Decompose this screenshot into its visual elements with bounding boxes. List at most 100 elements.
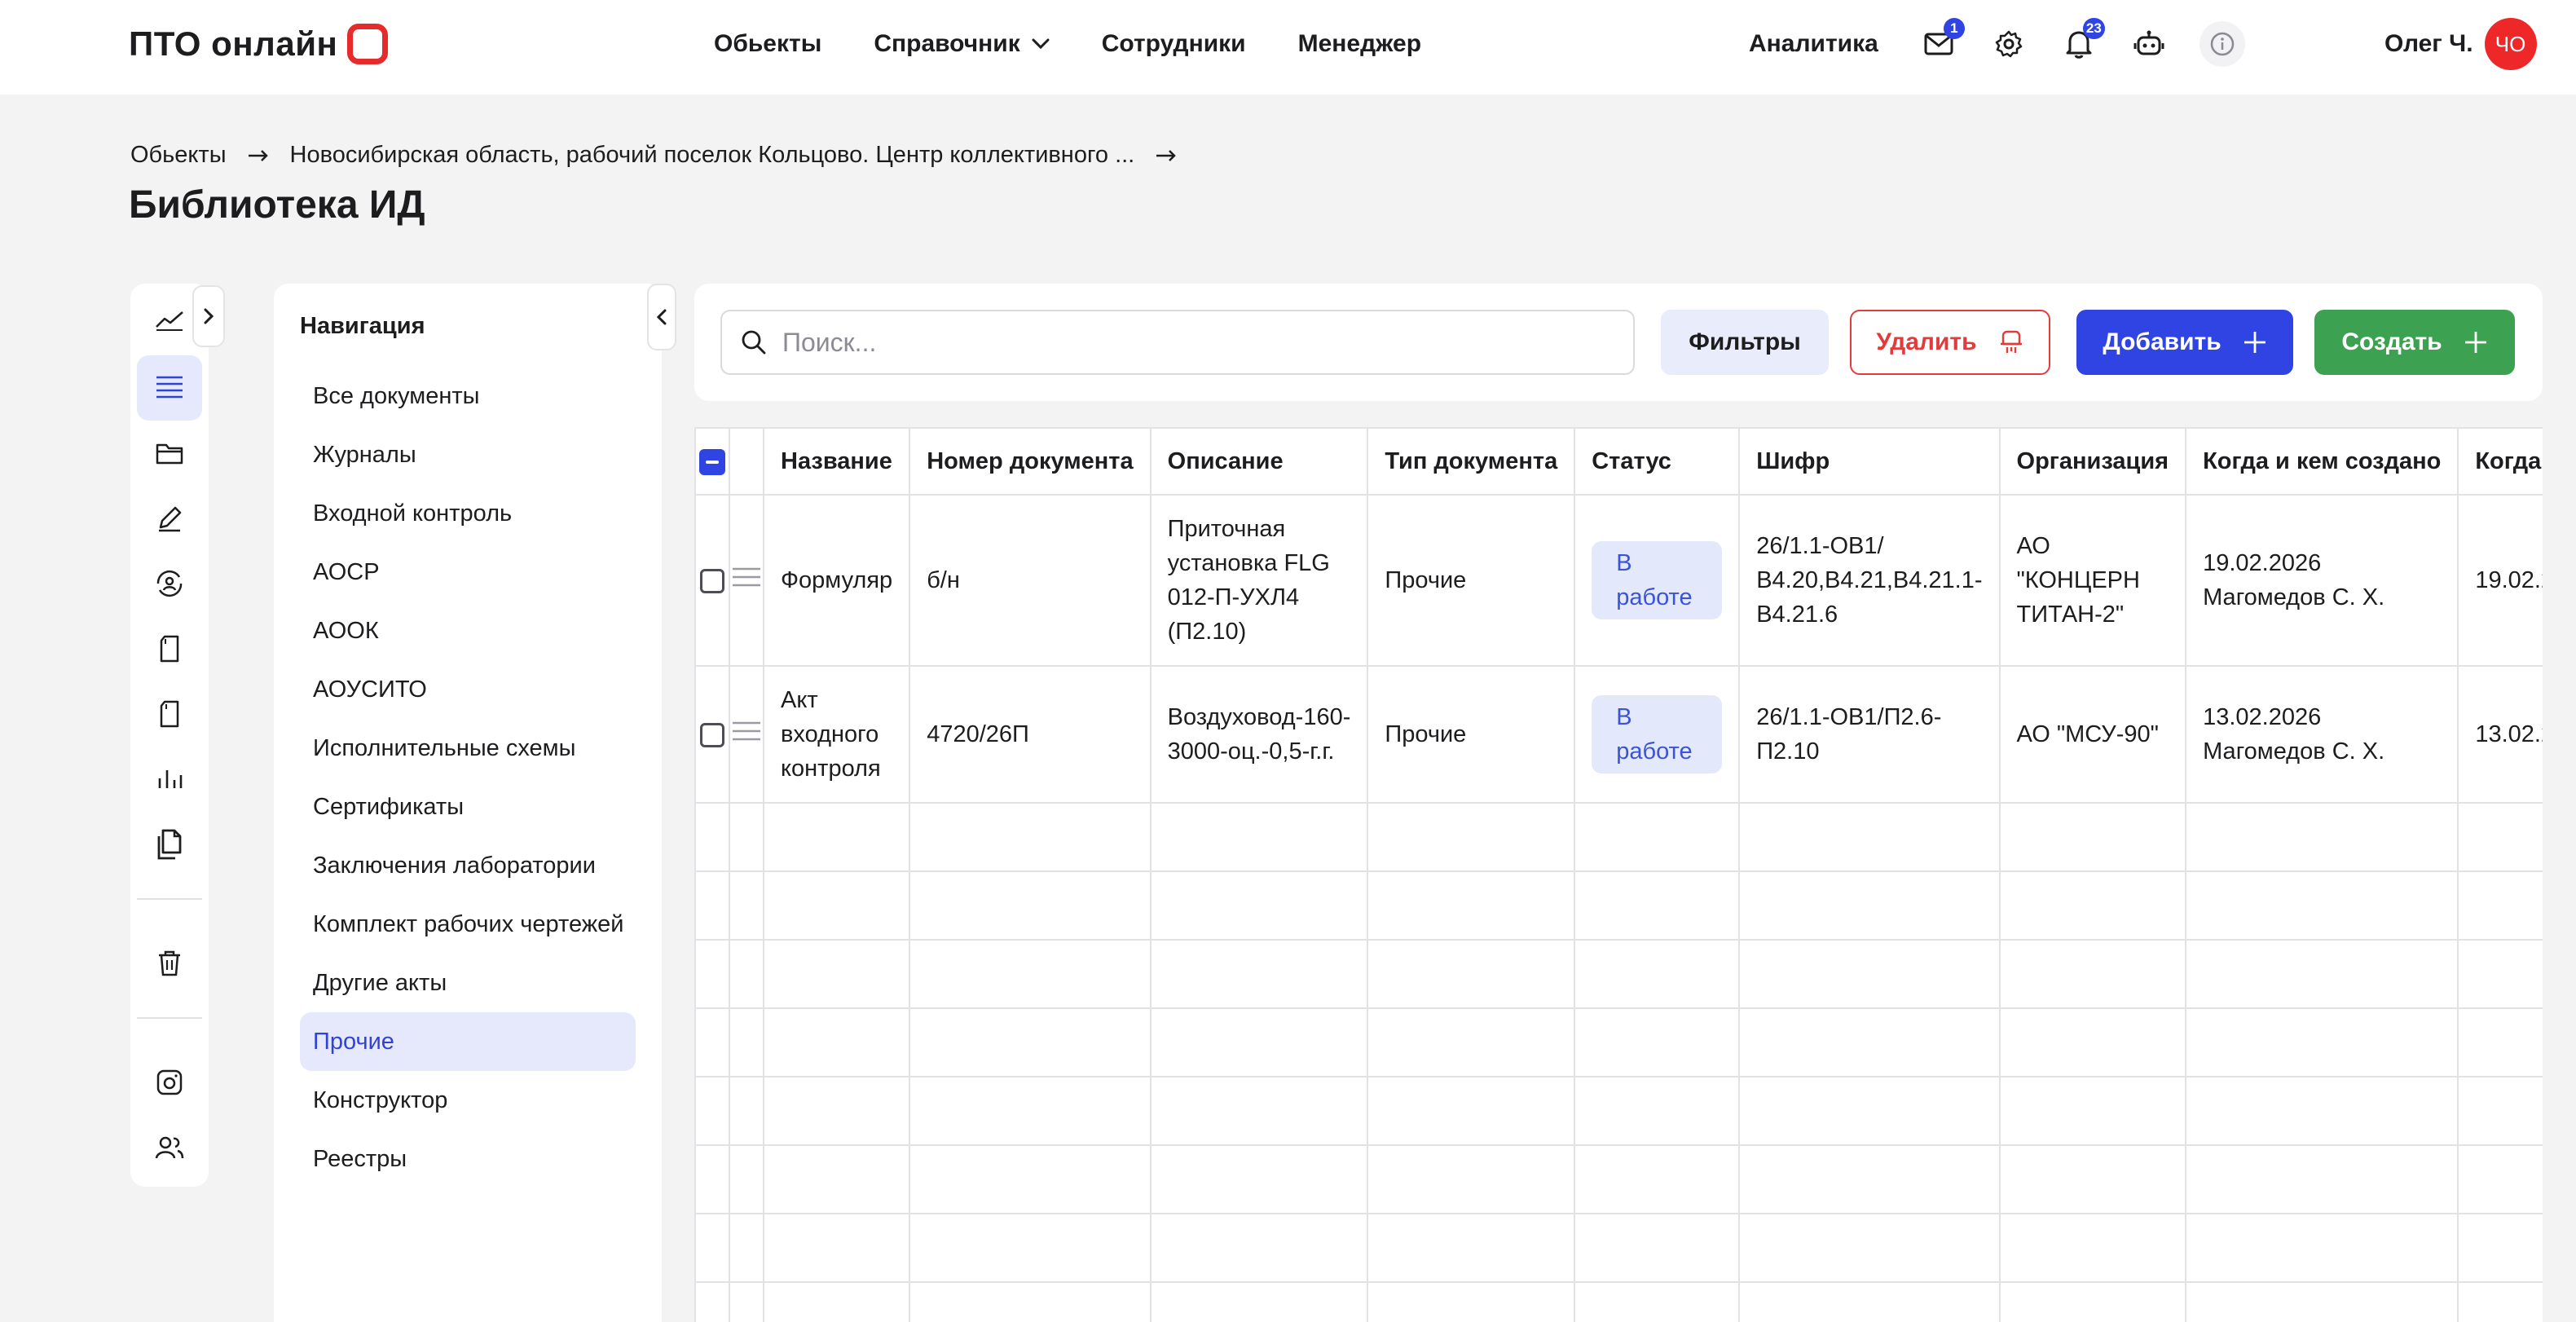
breadcrumb-object[interactable]: Новосибирская область, рабочий поселок К… [290,142,1135,169]
table-row[interactable]: Формуляр б/н Приточная установка FLG 012… [694,494,2543,667]
analytics-link[interactable]: Аналитика [1749,30,1878,58]
nav-list-item-lab-conclusions[interactable]: Заключения лаборатории [300,836,636,895]
empty-row [694,802,2543,872]
cell-status: В работе [1574,665,1741,804]
add-button[interactable]: Добавить [2076,310,2293,375]
drag-handle-icon[interactable] [731,720,762,742]
column-header-modified[interactable]: Когда [2457,427,2543,496]
search-icon [742,330,766,355]
trash-icon [159,950,180,976]
create-button[interactable]: Создать [2314,310,2515,375]
cell-type: Прочие [1367,494,1576,667]
rail-users[interactable] [137,1115,202,1180]
rail-expand-button[interactable] [192,285,225,347]
cell-description: Воздуховод-160-3000-оц.-0,5-г.г. [1149,665,1369,804]
breadcrumb: Обьекты Новосибирская область, рабочий п… [130,139,1198,171]
drag-handle-icon[interactable] [731,566,762,588]
rail-document[interactable] [137,616,202,681]
rail-statistics[interactable] [137,747,202,812]
select-all-checkbox[interactable] [699,449,725,476]
column-header-created[interactable]: Когда и кем создано [2185,427,2459,496]
plus-icon [2464,332,2486,353]
column-header-number[interactable]: Номер документа [909,427,1151,496]
delete-button-label: Удалить [1876,328,1977,355]
search-input[interactable] [782,327,1597,358]
drag-handle-cell [729,494,764,667]
settings-button[interactable] [1991,26,2027,62]
rail-copies[interactable] [137,812,202,877]
mail-button[interactable]: 1 [1921,18,1965,62]
rail-camera[interactable] [137,1050,202,1115]
cell-description: Приточная установка FLG 012-П-УХЛ4 (П2.1… [1149,494,1369,667]
breadcrumb-objects[interactable]: Обьекты [130,142,227,169]
nav-list-item-certificates[interactable]: Сертификаты [300,778,636,836]
nav-employees[interactable]: Сотрудники [1102,30,1246,58]
nav-list-item-other-acts[interactable]: Другие акты [300,954,636,1012]
column-header-cipher[interactable]: Шифр [1738,427,2001,496]
nav-manager[interactable]: Менеджер [1298,30,1421,58]
notifications-button[interactable]: 23 [2061,18,2105,62]
nav-list-item-executive-schemes[interactable]: Исполнительные схемы [300,719,636,778]
nav-objects[interactable]: Обьекты [714,30,821,58]
row-checkbox[interactable] [700,723,724,748]
select-all-cell [694,427,730,496]
rail-sync[interactable] [137,551,202,616]
plus-icon [2244,332,2266,353]
sync-user-icon [156,570,183,597]
delete-button[interactable]: Удалить [1850,310,2050,375]
icon-rail [130,284,209,1187]
rail-library[interactable] [137,355,202,421]
column-header-name[interactable]: Название [762,427,911,496]
create-button-label: Создать [2341,328,2442,355]
row-checkbox[interactable] [700,569,724,594]
nav-list-item-other[interactable]: Прочие [300,1012,636,1071]
document-icon [160,635,179,663]
column-header-description[interactable]: Описание [1149,427,1369,496]
nav-list-item-working-drawings[interactable]: Комплект рабочих чертежей [300,895,636,954]
column-header-organization[interactable]: Организация [1998,427,2187,496]
navigation-collapse-button[interactable] [647,284,676,350]
rail-trash[interactable] [137,931,202,996]
filters-button[interactable]: Фильтры [1661,310,1829,375]
user-name: Олег Ч. [2384,30,2473,57]
nav-reference[interactable]: Справочник [874,30,1050,58]
empty-row [694,1213,2543,1283]
nav-list-item-aosr[interactable]: АОСР [300,543,636,602]
app-logo[interactable]: ПТО онлайн [129,21,389,67]
cell-status: В работе [1574,494,1741,667]
column-header-status[interactable]: Статус [1574,427,1741,496]
arrow-right-icon [1156,142,1177,169]
assistant-button[interactable] [2131,26,2167,62]
empty-row [694,939,2543,1009]
document-alt-icon [160,700,179,728]
nav-list-item-aook[interactable]: АООК [300,602,636,660]
camera-icon [156,1069,183,1095]
navigation-title: Навигация [300,313,425,339]
nav-list-item-journals[interactable]: Журналы [300,425,636,484]
cell-created: 13.02.2026 Магомедов С. Х. [2185,665,2459,804]
cell-cipher: 26/1.1-ОВ1/ В4.20,В4.21,В4.21.1- В4.21.6 [1738,494,2001,667]
cell-created: 19.02.2026 Магомедов С. Х. [2185,494,2459,667]
rail-document-alt[interactable] [137,681,202,747]
nav-list-item-incoming-control[interactable]: Входной контроль [300,484,636,543]
user-menu[interactable]: Олег Ч. ЧО [2384,18,2537,70]
avatar: ЧО [2484,18,2537,70]
nav-list-item-aousito[interactable]: АОУСИТО [300,660,636,719]
nav-list-item-all-documents[interactable]: Все документы [300,367,636,425]
info-icon [2210,32,2235,56]
drag-header-cell [729,427,764,496]
column-header-type[interactable]: Тип документа [1367,427,1576,496]
info-button[interactable] [2199,21,2245,67]
rail-edit[interactable] [137,486,202,551]
users-icon [155,1136,184,1159]
cell-organization: АО "КОНЦЕРН ТИТАН-2" [1998,494,2187,667]
navigation-list: Все документы Журналы Входной контроль А… [300,367,636,1188]
rail-folders[interactable] [137,421,202,486]
table-row[interactable]: Акт входного контроля 4720/26П Воздухово… [694,665,2543,804]
nav-list-item-constructor[interactable]: Конструктор [300,1071,636,1130]
gear-icon [1995,30,2023,58]
bar-chart-icon [158,770,183,788]
header-actions: Аналитика 1 23 [1749,18,2245,68]
nav-list-item-registries[interactable]: Реестры [300,1130,636,1188]
page-title: Библиотека ИД [129,183,425,227]
